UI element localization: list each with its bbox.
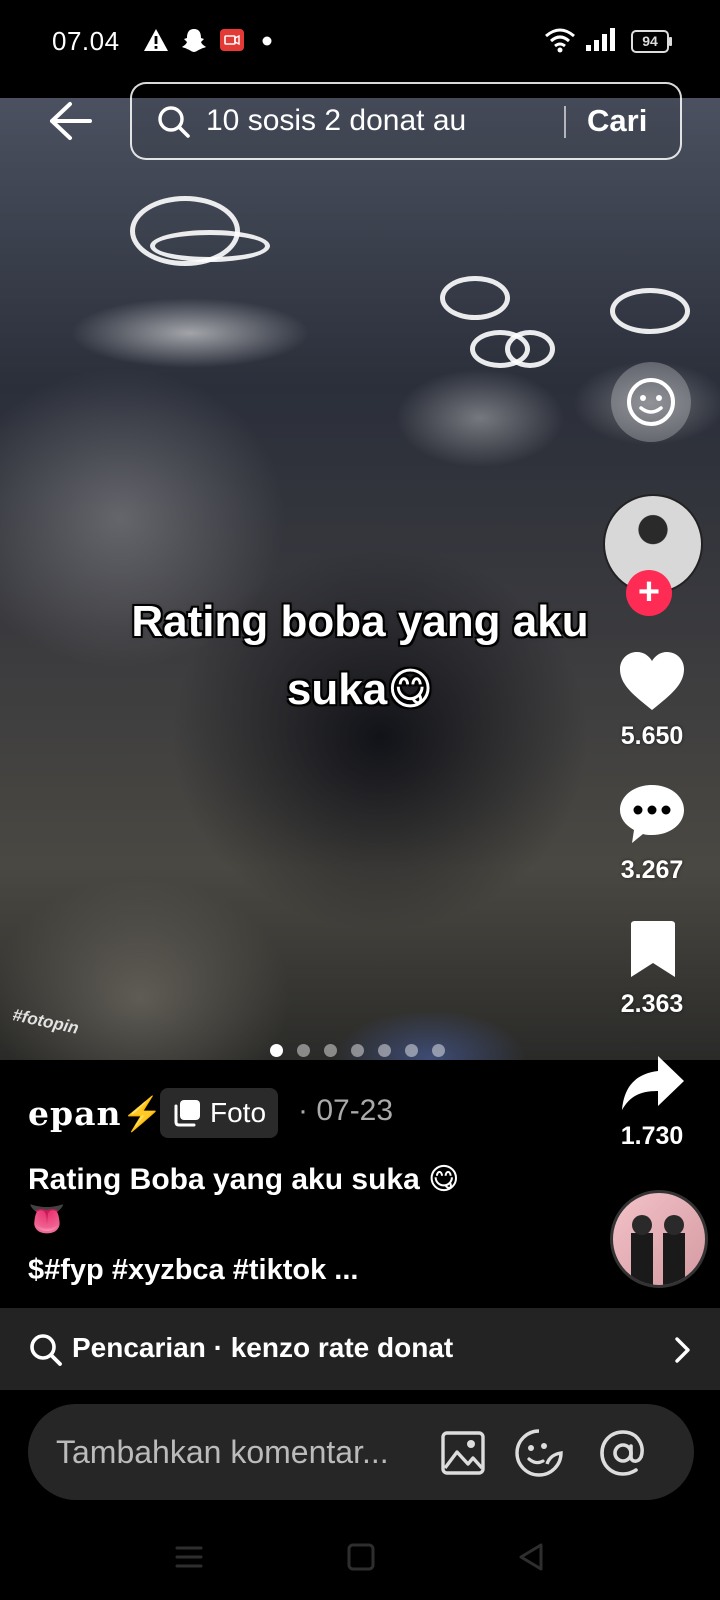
related-search-bar[interactable]: Pencarian · kenzo rate donat (0, 1308, 720, 1390)
dot-icon (262, 36, 272, 46)
photo-stack-icon (174, 1100, 200, 1127)
music-cover-image (631, 1215, 685, 1285)
search-input[interactable]: 10 sosis 2 donat au Cari (130, 82, 682, 160)
photo-type-tag: Foto (160, 1088, 279, 1138)
menu-icon[interactable] (172, 1540, 206, 1574)
bookmark-icon[interactable] (628, 920, 678, 980)
status-time: 07.04 (52, 26, 120, 56)
search-divider (564, 106, 566, 138)
photo-type-label: Foto (210, 1097, 267, 1128)
status-bar: 07.04 94 (0, 0, 720, 84)
carousel-dot (270, 1044, 283, 1057)
wifi-icon (545, 28, 575, 53)
search-icon (158, 106, 190, 138)
back-arrow-icon[interactable] (44, 96, 94, 146)
carousel-dot (405, 1044, 418, 1057)
caption-line-2: suka😋 (286, 665, 434, 714)
carousel-dot (378, 1044, 391, 1057)
share-arrow-icon[interactable] (620, 1054, 686, 1112)
post-photo[interactable] (0, 98, 720, 1060)
carousel-indicator (270, 1044, 445, 1058)
creator-username[interactable]: epan⚡ (28, 1094, 164, 1134)
photo-caption-overlay: Rating boba yang aku suka😋 (80, 588, 640, 724)
signal-icon (586, 28, 615, 51)
music-disc-avatar[interactable] (610, 1190, 708, 1288)
comment-input[interactable]: Tambahkan komentar... (28, 1404, 694, 1500)
battery-icon: 94 (631, 30, 672, 53)
home-square-icon[interactable] (344, 1540, 378, 1574)
post-description[interactable]: Rating Boba yang aku suka 😋 👅 (28, 1160, 568, 1240)
related-search-text: Pencarian · kenzo rate donat (72, 1332, 454, 1363)
search-button[interactable]: Cari (587, 103, 647, 139)
warning-icon (144, 29, 168, 51)
screen-record-icon (220, 29, 244, 51)
save-count: 2.363 (620, 990, 684, 1018)
sticker-emoji-icon[interactable] (514, 1428, 564, 1478)
post-date: · 07-23 (298, 1094, 394, 1127)
carousel-dot (432, 1044, 445, 1057)
carousel-dot (324, 1044, 337, 1057)
comment-count: 3.267 (620, 856, 684, 884)
comment-bubble-icon[interactable] (618, 783, 686, 845)
comment-placeholder: Tambahkan komentar... (56, 1434, 389, 1470)
carousel-dot (351, 1044, 364, 1057)
share-count: 1.730 (620, 1122, 684, 1150)
mention-at-icon[interactable] (598, 1428, 648, 1478)
snapchat-icon (182, 29, 206, 52)
chevron-right-icon (675, 1337, 690, 1363)
smiley-face-icon (627, 378, 675, 426)
system-nav-bar (0, 1520, 720, 1600)
post-hashtags[interactable]: $#fyp #xyzbca #tiktok ... (28, 1254, 358, 1287)
emoji-reaction-button[interactable] (611, 362, 691, 442)
description-line-2: 👅 (28, 1203, 66, 1236)
like-count: 5.650 (620, 722, 684, 750)
search-query: 10 sosis 2 donat au (206, 104, 467, 137)
follow-button[interactable]: + (626, 570, 672, 616)
like-heart-icon[interactable] (618, 650, 686, 712)
carousel-dot (297, 1044, 310, 1057)
back-triangle-icon[interactable] (514, 1540, 548, 1574)
description-line-1: Rating Boba yang aku suka 😋 (28, 1163, 460, 1196)
caption-line-1: Rating boba yang aku (131, 597, 589, 646)
search-icon (30, 1334, 62, 1366)
image-attach-icon[interactable] (440, 1430, 486, 1476)
